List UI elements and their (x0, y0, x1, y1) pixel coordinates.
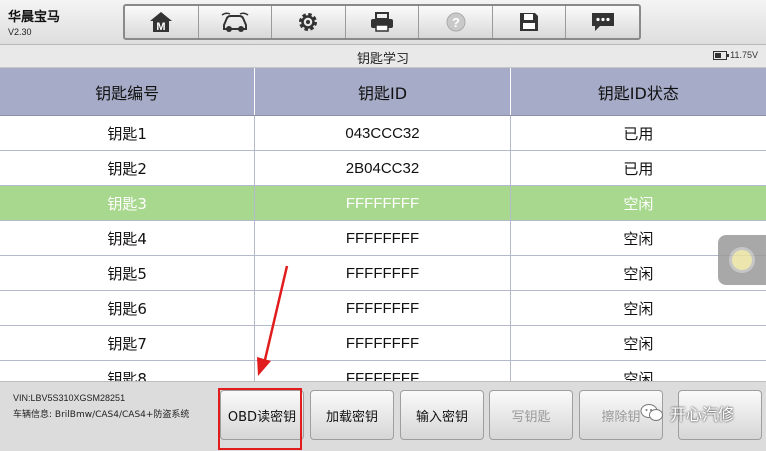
key-status: 已用 (623, 124, 654, 143)
vehicle-button[interactable] (199, 6, 273, 38)
home-button[interactable]: M (125, 6, 199, 38)
key-number: 钥匙4 (0, 221, 256, 255)
write-key-button[interactable]: 写钥匙 (489, 390, 573, 440)
table-header: 钥匙编号 钥匙ID 钥匙ID状态 (0, 68, 766, 116)
svg-text:M: M (157, 21, 166, 33)
app-version: V2.30 (8, 27, 32, 37)
message-icon (591, 13, 614, 31)
table-row[interactable]: 钥匙5 FFFFFFFF 空闲 (0, 256, 766, 291)
title-bar: 钥匙学习 11.75V (0, 45, 766, 68)
column-header-key-number: 钥匙编号 (0, 68, 256, 115)
car-icon (221, 12, 249, 32)
key-id: FFFFFFFF (255, 256, 511, 290)
help-icon: ? (446, 12, 466, 32)
top-bar: 华晨宝马 V2.30 M ? (0, 0, 766, 45)
key-number: 钥匙7 (0, 326, 256, 360)
home-icon: M (150, 12, 173, 33)
key-number: 钥匙2 (0, 151, 256, 185)
key-id: 2B04CC32 (255, 151, 511, 185)
wechat-icon (640, 404, 663, 421)
key-status: 已用 (623, 159, 654, 178)
key-id: FFFFFFFF (255, 221, 511, 255)
save-icon (520, 13, 539, 31)
assistive-touch-icon (732, 250, 752, 270)
key-number: 钥匙3 (0, 186, 256, 220)
watermark: 开心汽修 (640, 401, 734, 425)
highlight-box (218, 388, 302, 450)
key-number: 钥匙5 (0, 256, 256, 290)
svg-text:?: ? (452, 15, 460, 30)
key-status: 空闲 (623, 194, 654, 213)
key-status: 空闲 (623, 299, 654, 318)
column-header-key-status: 钥匙ID状态 (597, 83, 679, 103)
input-key-button[interactable]: 输入密钥 (400, 390, 484, 440)
key-id: FFFFFFFF (255, 186, 511, 220)
help-button[interactable]: ? (419, 6, 493, 38)
vehicle-info-text: 车辆信息: BrilBmw/CAS4/CAS4+防盗系统 (13, 410, 190, 420)
table-row[interactable]: 钥匙8 FFFFFFFF 空闲 (0, 361, 766, 381)
printer-icon (371, 12, 394, 32)
key-status: 空闲 (623, 334, 654, 353)
column-header-key-id: 钥匙ID (255, 68, 511, 115)
key-status: 空闲 (623, 369, 654, 382)
load-key-button[interactable]: 加载密钥 (310, 390, 394, 440)
key-number: 钥匙6 (0, 291, 256, 325)
page-title: 钥匙学习 (356, 52, 409, 67)
key-id: FFFFFFFF (255, 326, 511, 360)
table-row[interactable]: 钥匙4 FFFFFFFF 空闲 (0, 221, 766, 256)
key-number: 钥匙1 (0, 116, 256, 150)
key-table: 钥匙编号 钥匙ID 钥匙ID状态 钥匙1 043CCC32 已用 钥匙2 2B0… (0, 68, 766, 381)
key-id: FFFFFFFF (255, 291, 511, 325)
assistive-touch-button[interactable] (718, 235, 766, 285)
table-row[interactable]: 钥匙6 FFFFFFFF 空闲 (0, 291, 766, 326)
battery-voltage: 11.75V (730, 50, 758, 60)
print-button[interactable] (346, 6, 420, 38)
main-toolbar: M ? (123, 4, 641, 40)
message-button[interactable] (566, 6, 639, 38)
settings-button[interactable] (272, 6, 346, 38)
app-title: 华晨宝马 (8, 10, 61, 25)
key-id: 043CCC32 (255, 116, 511, 150)
battery-status: 11.75V (713, 50, 758, 60)
key-id: FFFFFFFF (255, 361, 511, 381)
watermark-text: 开心汽修 (670, 405, 735, 424)
gear-icon (299, 13, 318, 31)
table-row[interactable]: 钥匙1 043CCC32 已用 (0, 116, 766, 151)
key-number: 钥匙8 (0, 361, 256, 381)
save-button[interactable] (493, 6, 567, 38)
table-row[interactable]: 钥匙7 FFFFFFFF 空闲 (0, 326, 766, 361)
vin-text: VIN:LBV5S310XGSM28251 (13, 393, 126, 403)
table-row-selected[interactable]: 钥匙3 FFFFFFFF 空闲 (0, 186, 766, 221)
battery-icon (713, 50, 730, 60)
table-row[interactable]: 钥匙2 2B04CC32 已用 (0, 151, 766, 186)
